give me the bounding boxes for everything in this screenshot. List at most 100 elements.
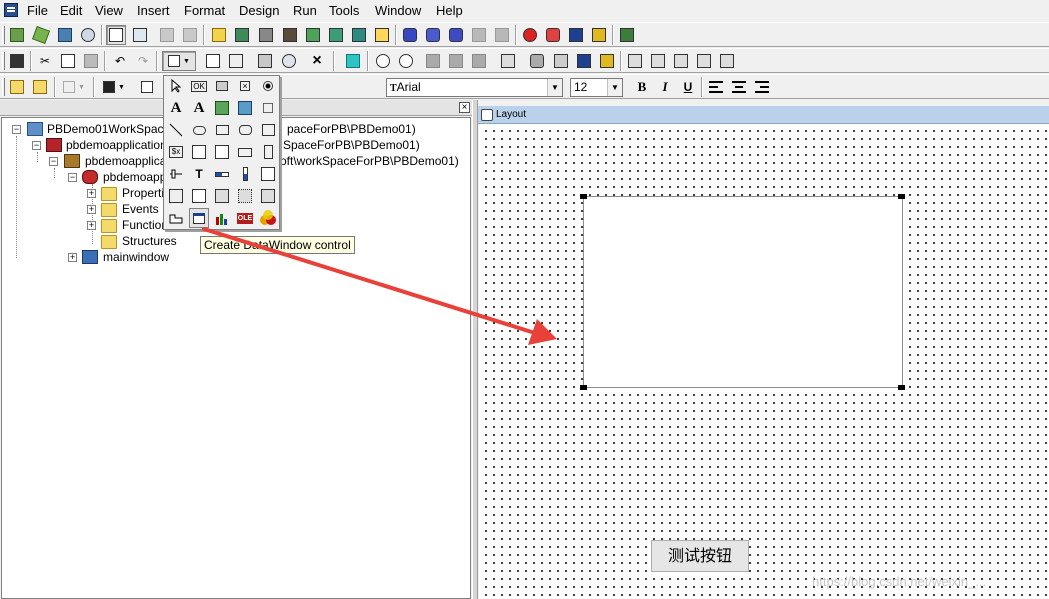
vertical-progress-icon[interactable] — [235, 164, 255, 184]
ole-database-blob-icon[interactable] — [258, 208, 278, 228]
tab-control-icon[interactable] — [166, 208, 186, 228]
round-rectangle-icon[interactable] — [235, 120, 255, 140]
pointer-icon[interactable] — [166, 76, 186, 96]
new-target-icon[interactable] — [31, 25, 51, 45]
run-icon[interactable] — [543, 25, 563, 45]
menu-object-icon[interactable] — [671, 51, 691, 71]
command-button-icon[interactable]: OK — [189, 76, 209, 96]
replace-icon[interactable] — [469, 51, 489, 71]
multiline-edit-icon[interactable] — [189, 142, 209, 162]
treeview-icon[interactable] — [258, 186, 278, 206]
expand-icon[interactable]: + — [68, 253, 77, 262]
redo-icon[interactable]: ↷ — [133, 51, 153, 71]
script-icon[interactable] — [209, 25, 229, 45]
menu-help[interactable]: Help — [435, 2, 464, 19]
properties-icon[interactable] — [226, 51, 246, 71]
tab-order-icon[interactable] — [255, 51, 275, 71]
object-list-icon[interactable] — [527, 51, 547, 71]
menu-format[interactable]: Format — [183, 2, 226, 19]
text-color-dropdown-icon[interactable]: ▼ — [99, 77, 129, 97]
background-color-dropdown-icon[interactable] — [133, 77, 161, 97]
debug-out-icon[interactable] — [446, 25, 466, 45]
resize-handle[interactable] — [580, 194, 587, 199]
single-line-text-icon[interactable]: T — [189, 164, 209, 184]
tree-node-application[interactable]: pbdemoappl — [103, 169, 169, 185]
font-size-combo[interactable]: 12 ▼ — [570, 78, 623, 97]
tree-node-target[interactable]: pbdemoapplication0 — [66, 137, 173, 153]
function-object-icon[interactable] — [717, 51, 737, 71]
pane-splitter[interactable] — [472, 100, 478, 599]
event-icon[interactable] — [373, 51, 393, 71]
library-search-icon[interactable] — [78, 25, 98, 45]
expand-icon[interactable]: + — [87, 189, 96, 198]
collapse-icon[interactable]: − — [49, 157, 58, 166]
menu-insert[interactable]: Insert — [136, 2, 171, 19]
progress-bar-icon[interactable] — [212, 164, 232, 184]
horizontal-trackbar-icon[interactable] — [166, 164, 186, 184]
menu-tools[interactable]: Tools — [328, 2, 360, 19]
collapse-icon[interactable]: − — [68, 173, 77, 182]
menu-edit[interactable]: Edit — [59, 2, 83, 19]
layout-view-icon[interactable] — [106, 25, 126, 45]
database-icon[interactable] — [280, 25, 300, 45]
bring-front-icon[interactable] — [7, 77, 27, 97]
bold-button[interactable]: B — [632, 77, 652, 97]
paste-icon[interactable] — [81, 51, 101, 71]
oval-icon[interactable] — [189, 120, 209, 140]
chevron-down-icon[interactable]: ▼ — [607, 79, 622, 96]
right-align-icon[interactable] — [180, 25, 200, 45]
datawindow-object-icon[interactable] — [648, 51, 668, 71]
datawindow-control-icon[interactable] — [189, 208, 209, 228]
user-object-icon[interactable] — [625, 51, 645, 71]
new-workspace-icon[interactable] — [7, 25, 27, 45]
toolbar-grip[interactable] — [2, 78, 5, 96]
resize-handle[interactable] — [898, 385, 905, 390]
new-icon[interactable] — [203, 51, 223, 71]
debug-continue-icon[interactable] — [469, 25, 489, 45]
expand-icon[interactable]: + — [87, 221, 96, 230]
grid-icon[interactable] — [235, 186, 255, 206]
rich-text-edit-icon[interactable] — [212, 142, 232, 162]
tree-node-workspace[interactable]: PBDemo01WorkSpace — [47, 121, 170, 137]
select-all-icon[interactable] — [343, 51, 363, 71]
close-icon[interactable]: × — [459, 102, 470, 113]
run-window-icon[interactable] — [566, 25, 586, 45]
preview-icon[interactable] — [279, 51, 299, 71]
copy-icon[interactable] — [58, 51, 78, 71]
library-icon[interactable] — [498, 51, 518, 71]
test-button[interactable]: 测试按钮 — [651, 540, 749, 572]
debug-over-icon[interactable] — [423, 25, 443, 45]
datawindow-icon[interactable] — [303, 25, 323, 45]
horizontal-scrollbar-icon[interactable] — [235, 142, 255, 162]
debug-stop-icon[interactable] — [492, 25, 512, 45]
control-dropdown-button[interactable]: ▼ — [162, 51, 196, 71]
menu-file[interactable]: File — [26, 2, 49, 19]
toolbar-grip[interactable] — [2, 26, 5, 44]
line-icon[interactable] — [166, 120, 186, 140]
structure-object-icon[interactable] — [694, 51, 714, 71]
menu-design[interactable]: Design — [238, 2, 280, 19]
function-icon[interactable] — [396, 51, 416, 71]
run-script-icon[interactable] — [574, 51, 594, 71]
edit-icon[interactable] — [372, 25, 392, 45]
toolbar-grip[interactable] — [2, 52, 5, 70]
expand-icon[interactable]: + — [87, 205, 96, 214]
properties-view-icon[interactable] — [130, 25, 150, 45]
radio-button-icon[interactable] — [258, 76, 278, 96]
undo-icon[interactable]: ↶ — [110, 51, 130, 71]
underline-button[interactable]: U — [678, 77, 698, 97]
left-align-icon[interactable] — [157, 25, 177, 45]
static-text-icon[interactable]: A — [166, 98, 186, 118]
deploy-icon[interactable] — [232, 25, 252, 45]
menu-view[interactable]: View — [94, 2, 124, 19]
save-icon[interactable] — [7, 51, 27, 71]
pipeline-icon[interactable] — [326, 25, 346, 45]
debug-window-icon[interactable] — [597, 51, 617, 71]
group-box-icon[interactable] — [258, 98, 278, 118]
listview-icon[interactable] — [166, 186, 186, 206]
resize-handle[interactable] — [898, 194, 905, 199]
rectangle-icon[interactable] — [212, 120, 232, 140]
collapse-icon[interactable]: − — [32, 141, 41, 150]
ole-icon[interactable]: OLE — [235, 208, 255, 228]
tree-node-events[interactable]: Events — [122, 201, 159, 217]
